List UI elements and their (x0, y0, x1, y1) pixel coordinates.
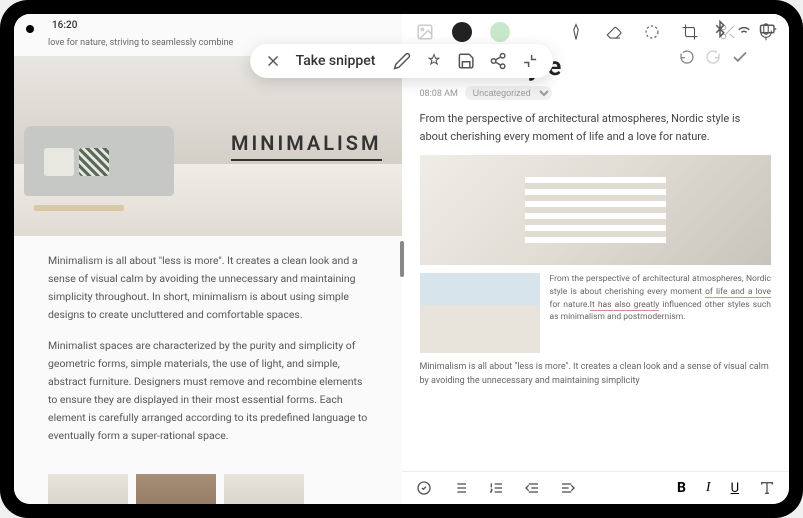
pen-icon[interactable] (393, 52, 411, 70)
left-pane: love for nature, striving to seamlessly … (14, 14, 402, 504)
note-time: 08:08 AM (420, 89, 458, 99)
image-icon[interactable] (416, 23, 434, 41)
note-bottom-text[interactable]: Minimalism is all about "less is more". … (420, 361, 772, 388)
wifi-icon (735, 20, 753, 38)
hero-title: MINIMALISM (231, 131, 381, 161)
bold-button[interactable]: B (677, 480, 686, 496)
pin-icon[interactable] (425, 52, 443, 70)
thumbnail[interactable] (224, 474, 304, 504)
undo-icon[interactable] (679, 49, 695, 65)
left-paragraph-2: Minimalist spaces are characterized by t… (48, 337, 368, 444)
pencil-tool-icon[interactable] (567, 23, 585, 41)
note-image-large[interactable] (420, 155, 772, 265)
note-image-small[interactable] (420, 273, 540, 353)
battery-icon (759, 20, 777, 38)
save-icon[interactable] (457, 52, 475, 70)
crop-icon[interactable] (681, 23, 699, 41)
front-camera (26, 25, 34, 33)
confirm-icon[interactable] (731, 48, 749, 66)
thumbnail[interactable] (136, 474, 216, 504)
hero-image: MINIMALISM (14, 56, 402, 236)
left-thumbnails (14, 474, 402, 504)
format-toolbar: B I U (402, 471, 790, 504)
color-black[interactable] (452, 22, 472, 42)
text-tool-icon[interactable] (759, 480, 775, 496)
thumbnail[interactable] (48, 474, 128, 504)
checklist-icon[interactable] (416, 480, 432, 496)
status-bar (711, 20, 777, 38)
category-select[interactable]: Uncategorized (465, 86, 552, 100)
snippet-label: Take snippet (296, 53, 376, 69)
split-divider[interactable] (400, 241, 404, 277)
share-icon[interactable] (489, 52, 507, 70)
note-meta: 08:08 AM Uncategorized (420, 86, 772, 100)
eraser-icon[interactable] (605, 23, 623, 41)
snippet-toolbar: Take snippet (250, 44, 554, 78)
close-icon[interactable] (264, 52, 282, 70)
right-pane: Nordic Style 08:08 AM Uncategorized From… (402, 14, 790, 504)
collapse-icon[interactable] (521, 52, 539, 70)
bluetooth-icon (711, 20, 729, 38)
left-paragraph-1: Minimalism is all about "less is more". … (48, 252, 368, 323)
list-numbered-icon[interactable] (488, 480, 504, 496)
underline-button[interactable]: U (731, 481, 739, 496)
indent-left-icon[interactable] (524, 480, 540, 496)
color-green[interactable] (490, 22, 510, 42)
status-time: 16:20 (52, 20, 77, 31)
redo-icon[interactable] (705, 49, 721, 65)
lasso-icon[interactable] (643, 23, 661, 41)
note-side-text[interactable]: From the perspective of architectural at… (550, 273, 772, 353)
note-intro[interactable]: From the perspective of architectural at… (420, 110, 772, 145)
italic-button[interactable]: I (706, 480, 711, 496)
indent-right-icon[interactable] (560, 480, 576, 496)
left-article-body: Minimalism is all about "less is more". … (14, 236, 402, 474)
list-bullet-icon[interactable] (452, 480, 468, 496)
